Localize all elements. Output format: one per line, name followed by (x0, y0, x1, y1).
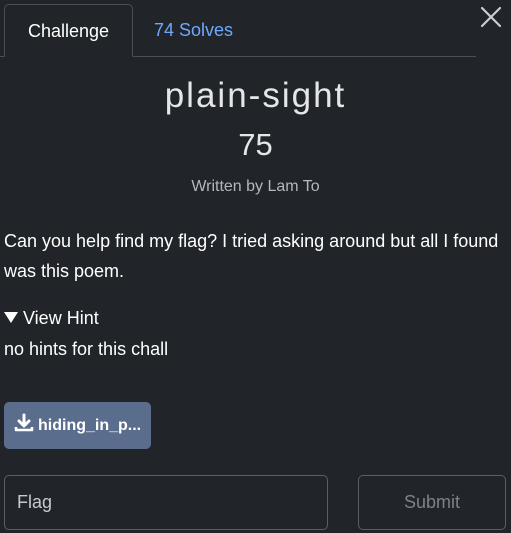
challenge-modal: Challenge 74 Solves plain-sight 75 Writt… (0, 0, 511, 533)
close-icon[interactable] (478, 4, 504, 30)
flag-input[interactable] (4, 475, 328, 530)
challenge-name: plain-sight (164, 76, 347, 115)
file-download-label: hiding_in_p... (38, 416, 142, 434)
challenge-description: Can you help find my flag? I tried askin… (4, 231, 499, 281)
hint-text: no hints for this chall (4, 339, 169, 359)
submit-button[interactable]: Submit (358, 475, 506, 530)
download-icon (14, 413, 38, 438)
view-hint-toggle[interactable]: View Hint (4, 305, 99, 331)
file-download-button[interactable]: hiding_in_p... (4, 402, 151, 449)
tab-challenge[interactable]: Challenge (4, 4, 133, 57)
tab-solves[interactable]: 74 Solves (154, 4, 233, 56)
tab-bar: Challenge 74 Solves (0, 0, 476, 57)
caret-down-icon (4, 312, 18, 323)
view-hint-label: View Hint (23, 308, 99, 328)
challenge-points: 75 (238, 127, 273, 162)
challenge-author: Written by Lam To (191, 178, 320, 195)
